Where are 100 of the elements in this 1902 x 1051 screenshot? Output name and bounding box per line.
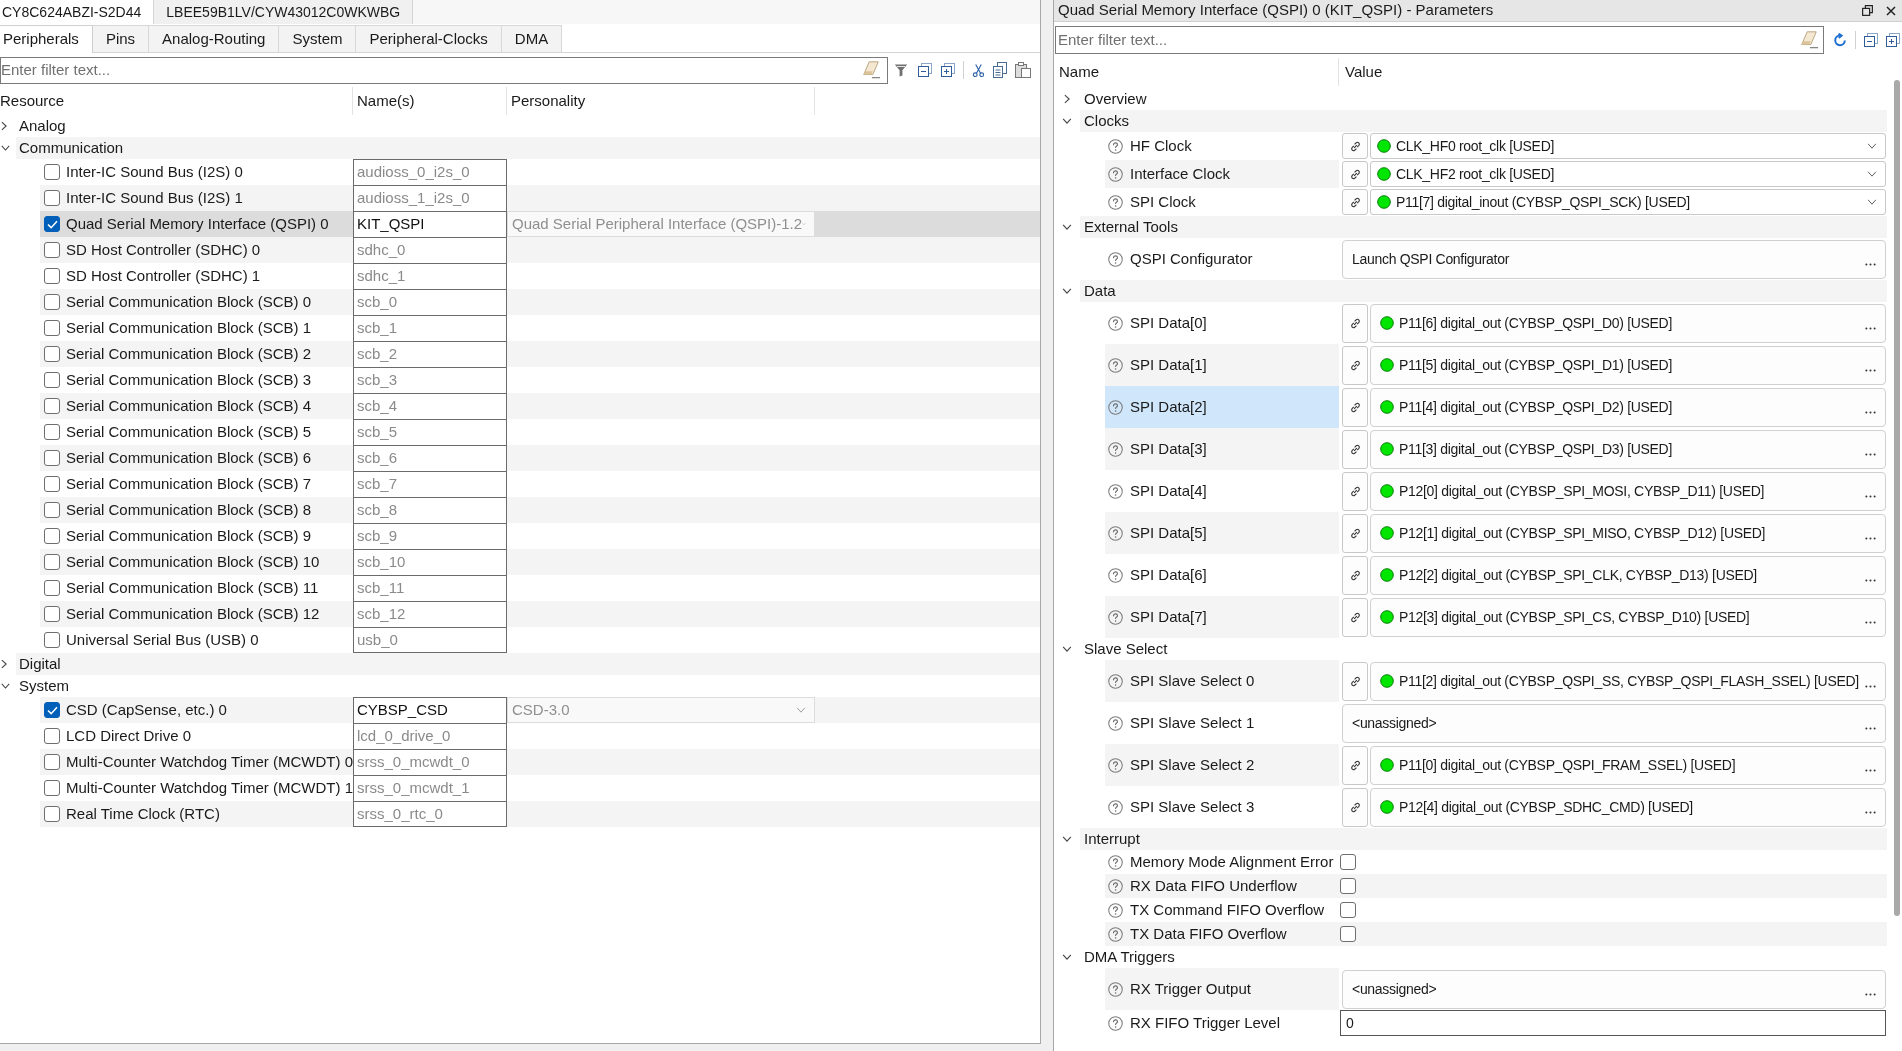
tree-row[interactable]: Serial Communication Block (SCB) 10 scb_10 bbox=[40, 549, 1040, 575]
tab[interactable]: Analog-Routing bbox=[149, 25, 280, 52]
chevron-right-icon[interactable] bbox=[1064, 94, 1070, 104]
value-picker[interactable]: <unassigned> bbox=[1342, 969, 1886, 1009]
editor-tab[interactable]: CY8C624ABZI-S2D44 bbox=[0, 0, 154, 24]
help-icon[interactable] bbox=[1108, 166, 1123, 182]
select-dropdown[interactable]: CLK_HF0 root_clk [USED] bbox=[1370, 133, 1886, 159]
link-button[interactable] bbox=[1342, 513, 1368, 553]
help-icon[interactable] bbox=[1108, 854, 1123, 870]
checkbox[interactable] bbox=[44, 606, 60, 622]
chevron-right-icon[interactable] bbox=[1, 121, 7, 131]
help-icon[interactable] bbox=[1108, 715, 1123, 731]
chevron-down-icon[interactable] bbox=[1, 683, 10, 689]
checkbox[interactable] bbox=[44, 476, 60, 492]
filter-field[interactable]: Enter filter text... bbox=[1055, 26, 1824, 54]
help-icon[interactable] bbox=[1108, 673, 1123, 689]
tree-row[interactable]: SD Host Controller (SDHC) 0 sdhc_0 bbox=[40, 237, 1040, 263]
checkbox[interactable] bbox=[44, 528, 60, 544]
checkbox[interactable] bbox=[44, 398, 60, 414]
name-field[interactable]: scb_6 bbox=[353, 445, 507, 471]
param-row[interactable]: RX Trigger Output <unassigned> bbox=[1105, 968, 1887, 1010]
param-row[interactable]: SPI Data[3] P11[3] digital_out (CYBSP_QSPI_D3) [USED] bbox=[1105, 428, 1887, 470]
tab[interactable]: Peripheral-Clocks bbox=[356, 25, 502, 52]
checkbox[interactable] bbox=[44, 450, 60, 466]
param-row[interactable]: RX Data FIFO Underflow bbox=[1105, 874, 1887, 898]
link-button[interactable] bbox=[1342, 661, 1368, 701]
link-button[interactable] bbox=[1342, 429, 1368, 469]
value-picker[interactable]: P11[5] digital_out (CYBSP_QSPI_D1) [USED] bbox=[1370, 345, 1886, 385]
chevron-down-icon[interactable] bbox=[1, 145, 10, 151]
name-field[interactable]: audioss_0_i2s_0 bbox=[353, 159, 507, 185]
tree-row[interactable]: Serial Communication Block (SCB) 8 scb_8 bbox=[40, 497, 1040, 523]
param-row[interactable]: SPI Slave Select 2 P11[0] digital_out (CYBSP_QSPI_FRAM_SSEL) [USED] bbox=[1105, 744, 1887, 786]
help-icon[interactable] bbox=[1108, 926, 1123, 942]
checkbox[interactable] bbox=[44, 164, 60, 180]
copy-icon[interactable] bbox=[993, 62, 1007, 78]
checkbox[interactable] bbox=[44, 780, 60, 796]
value-picker[interactable]: P12[0] digital_out (CYBSP_SPI_MOSI, CYBSP_D11) [USED] bbox=[1370, 471, 1886, 511]
group-label[interactable]: System bbox=[19, 674, 69, 698]
name-field[interactable]: CYBSP_CSD bbox=[353, 697, 507, 723]
editor-tab[interactable]: LBEE59B1LV/CYW43012C0WKWBG bbox=[153, 0, 414, 24]
link-button[interactable] bbox=[1342, 161, 1368, 187]
name-field[interactable]: sdhc_1 bbox=[353, 263, 507, 289]
value-picker[interactable]: P11[3] digital_out (CYBSP_QSPI_D3) [USED] bbox=[1370, 429, 1886, 469]
param-row[interactable]: SPI Slave Select 0 P11[2] digital_out (CYBSP_QSPI_SS, CYBSP_QSPI_FLASH_SSEL) [USED] bbox=[1105, 660, 1887, 702]
tab[interactable]: Pins bbox=[92, 25, 150, 52]
close-icon[interactable] bbox=[1886, 5, 1896, 16]
tree-row[interactable]: Serial Communication Block (SCB) 3 scb_3 bbox=[40, 367, 1040, 393]
column-header[interactable]: Value bbox=[1345, 60, 1383, 84]
value-picker[interactable]: <unassigned> bbox=[1342, 703, 1886, 743]
checkbox[interactable] bbox=[44, 806, 60, 822]
name-field[interactable]: audioss_1_i2s_0 bbox=[353, 185, 507, 211]
checkbox[interactable] bbox=[44, 268, 60, 284]
value-picker[interactable]: P12[3] digital_out (CYBSP_SPI_CS, CYBSP_D10) [USED] bbox=[1370, 597, 1886, 637]
value-picker[interactable]: P12[1] digital_out (CYBSP_SPI_MISO, CYBSP_D12) [USED] bbox=[1370, 513, 1886, 553]
name-field[interactable]: srss_0_rtc_0 bbox=[353, 801, 507, 827]
checkbox[interactable] bbox=[44, 632, 60, 648]
link-button[interactable] bbox=[1342, 387, 1368, 427]
checkbox[interactable] bbox=[44, 502, 60, 518]
group-label[interactable]: Analog bbox=[19, 114, 66, 138]
filter-icon[interactable] bbox=[894, 63, 908, 77]
help-icon[interactable] bbox=[1108, 878, 1123, 894]
name-field[interactable]: scb_4 bbox=[353, 393, 507, 419]
column-header[interactable]: Name bbox=[1059, 60, 1099, 84]
param-row[interactable]: SPI Data[7] P12[3] digital_out (CYBSP_SPI_CS, CYBSP_D10) [USED] bbox=[1105, 596, 1887, 638]
param-row[interactable]: Memory Mode Alignment Error bbox=[1105, 850, 1887, 874]
name-field[interactable]: KIT_QSPI bbox=[353, 211, 507, 237]
tree-row[interactable]: SD Host Controller (SDHC) 1 sdhc_1 bbox=[40, 263, 1040, 289]
name-field[interactable]: scb_0 bbox=[353, 289, 507, 315]
tree-row[interactable]: Universal Serial Bus (USB) 0 usb_0 bbox=[40, 627, 1040, 653]
checkbox[interactable] bbox=[44, 728, 60, 744]
help-icon[interactable] bbox=[1108, 525, 1123, 541]
name-field[interactable]: scb_11 bbox=[353, 575, 507, 601]
help-icon[interactable] bbox=[1108, 138, 1123, 154]
collapse-all-icon[interactable] bbox=[918, 63, 932, 77]
help-icon[interactable] bbox=[1108, 757, 1123, 773]
name-field[interactable]: lcd_0_drive_0 bbox=[353, 723, 507, 749]
help-icon[interactable] bbox=[1108, 567, 1123, 583]
tree-row[interactable]: Serial Communication Block (SCB) 6 scb_6 bbox=[40, 445, 1040, 471]
link-button[interactable] bbox=[1342, 133, 1368, 159]
checkbox[interactable] bbox=[44, 216, 60, 232]
link-button[interactable] bbox=[1342, 597, 1368, 637]
link-button[interactable] bbox=[1342, 345, 1368, 385]
help-icon[interactable] bbox=[1108, 251, 1123, 267]
link-button[interactable] bbox=[1342, 471, 1368, 511]
group-label[interactable]: Communication bbox=[19, 136, 124, 160]
link-button[interactable] bbox=[1342, 745, 1368, 785]
paste-icon[interactable] bbox=[1015, 62, 1031, 78]
link-button[interactable] bbox=[1342, 189, 1368, 215]
checkbox[interactable] bbox=[44, 346, 60, 362]
help-icon[interactable] bbox=[1108, 194, 1123, 210]
restore-icon[interactable] bbox=[1862, 5, 1873, 16]
chevron-down-icon[interactable] bbox=[1062, 288, 1072, 294]
scissors-icon[interactable] bbox=[972, 62, 985, 78]
group-label[interactable]: Interrupt bbox=[1084, 827, 1140, 851]
help-icon[interactable] bbox=[1108, 441, 1123, 457]
checkbox[interactable] bbox=[1340, 854, 1356, 870]
tree-row[interactable]: Serial Communication Block (SCB) 11 scb_11 bbox=[40, 575, 1040, 601]
link-button[interactable] bbox=[1342, 303, 1368, 343]
tree-row[interactable]: Real Time Clock (RTC) srss_0_rtc_0 bbox=[40, 801, 1040, 827]
value-picker[interactable]: P12[2] digital_out (CYBSP_SPI_CLK, CYBSP_D13) [USED] bbox=[1370, 555, 1886, 595]
